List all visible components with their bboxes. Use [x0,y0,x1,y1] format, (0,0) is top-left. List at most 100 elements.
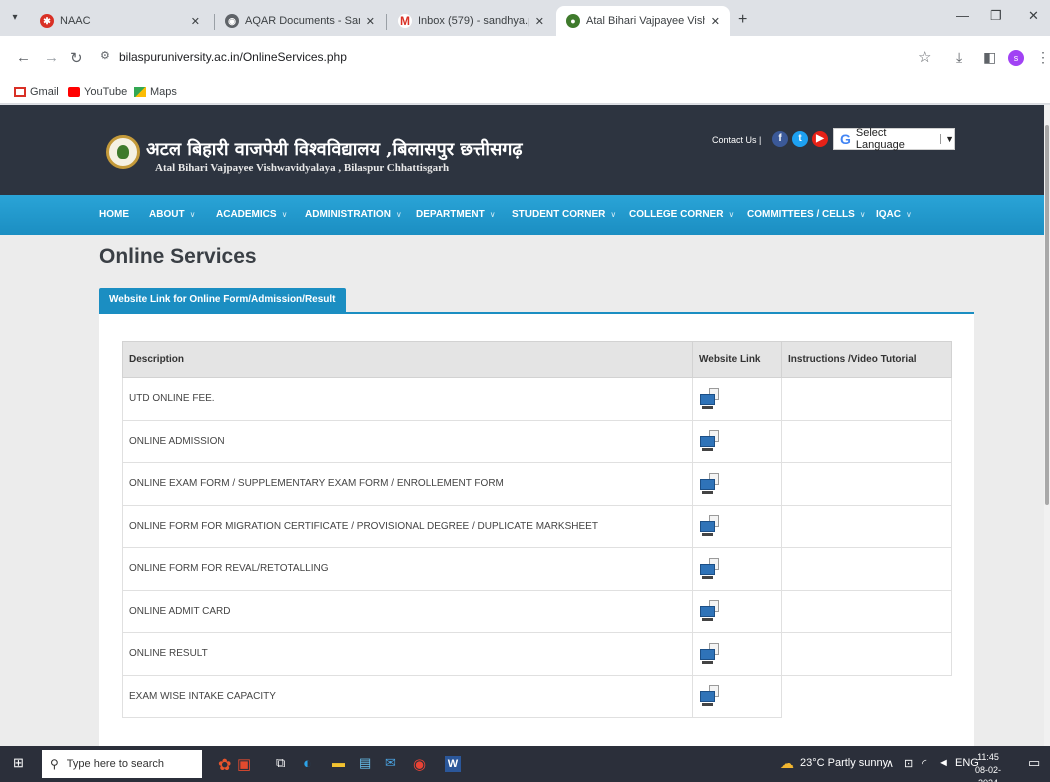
mail-icon[interactable]: ✉ [385,755,396,771]
notifications-icon[interactable]: ▭ [1028,755,1040,771]
chrome-icon[interactable]: ◉ [413,755,426,773]
taskbar-search-box[interactable]: ⚲ Type here to search [42,750,202,778]
bookmark-maps[interactable]: Maps [134,86,177,98]
close-tab-icon[interactable]: ✕ [366,15,375,28]
tab-search-chevron-icon[interactable]: ▾ [6,9,24,27]
tab-gmail-inbox[interactable]: M Inbox (579) - sandhya.patre22( ✕ [388,6,554,36]
nav-committees-cells[interactable]: COMMITTEES / CELLS ∨ [747,209,866,220]
nav-department[interactable]: DEPARTMENT ∨ [416,209,496,220]
tab-title: Inbox (579) - sandhya.patre22( [418,15,529,27]
page-scrollbar[interactable] [1044,105,1050,746]
edge-browser-icon[interactable]: ◐ [303,755,312,772]
scroll-thumb[interactable] [1045,125,1049,505]
table-row: EXAM WISE INTAKE CAPACITY [122,674,952,718]
nav-iqac[interactable]: IQAC ∨ [876,209,912,220]
tab-title: Atal Bihari Vajpayee Vishwavid [586,15,705,27]
close-window-icon[interactable]: ✕ [1028,8,1039,24]
site-header: अटल बिहारी वाजपेयी विश्वविद्यालय ,बिलासप… [0,105,1044,195]
bookmark-star-icon[interactable]: ☆ [918,48,931,66]
gmail-favicon-icon: M [398,14,412,28]
wifi-icon[interactable]: ◜ [922,757,926,770]
google-g-icon: G [840,131,851,147]
computer-link-icon[interactable] [699,430,721,452]
table-row: ONLINE FORM FOR MIGRATION CERTIFICATE / … [122,504,952,548]
search-icon: ⚲ [50,757,59,771]
instructions-cell [781,674,952,718]
computer-link-icon[interactable] [699,557,721,580]
volume-muted-icon[interactable]: ◄ [938,757,949,769]
address-bar[interactable]: ⚙ bilaspuruniversity.ac.in/OnlineService… [92,43,942,71]
contact-us-link[interactable]: Contact Us | [712,135,761,145]
weather-text[interactable]: 23°C Partly sunny [800,757,888,769]
chevron-down-icon: ∨ [728,210,735,219]
instructions-cell [781,632,952,676]
youtube-social-icon[interactable]: ▶ [812,131,828,147]
chevron-down-icon: ∨ [489,210,496,219]
instructions-cell [781,462,952,506]
university-favicon-icon: ● [566,14,580,28]
main-navigation: HOME ABOUT ∨ ACADEMICS ∨ ADMINISTRATION ∨ D… [0,195,1044,235]
gmail-icon [14,87,26,97]
bookmark-youtube[interactable]: YouTube [68,86,127,98]
festival-widget-icon[interactable]: ✿ [218,755,231,775]
nav-administration[interactable]: ADMINISTRATION ∨ [305,209,402,220]
minimize-icon[interactable]: — [956,8,969,23]
tab-atal-bihari-university[interactable]: ● Atal Bihari Vajpayee Vishwavid ✕ [556,6,730,36]
gift-widget-icon[interactable]: ▣ [237,755,251,773]
university-logo[interactable] [106,135,140,169]
chevron-down-icon: ∨ [859,210,866,219]
web-page: अटल बिहारी वाजपेयी विश्वविद्यालय ,बिलासप… [0,105,1044,746]
chevron-down-icon: ∨ [189,210,196,219]
website-link-cell [692,589,782,633]
online-services-table: Description Website Link Instructions /V… [122,341,952,718]
restore-icon[interactable]: ❐ [990,8,1002,24]
forward-arrow-icon[interactable]: → [44,49,59,66]
show-hidden-icons-chevron-icon[interactable]: ∧ [886,757,894,770]
computer-link-icon[interactable] [699,387,721,410]
column-header-instructions: Instructions /Video Tutorial [781,341,952,378]
close-tab-icon[interactable]: ✕ [711,15,720,28]
maps-icon [134,87,146,97]
store-icon[interactable]: ▤ [359,755,371,771]
nav-college-corner[interactable]: COLLEGE CORNER ∨ [629,209,734,220]
service-description: ONLINE EXAM FORM / SUPPLEMENTARY EXAM FO… [122,462,693,506]
reload-icon[interactable]: ↻ [70,49,83,67]
back-arrow-icon[interactable]: ← [16,49,31,66]
column-header-description: Description [122,341,693,378]
computer-link-icon[interactable] [699,685,721,707]
word-icon[interactable]: W [445,756,461,772]
computer-link-icon[interactable] [699,472,721,495]
windows-start-icon[interactable]: ⊞ [13,755,24,771]
tab-aqar-documents[interactable]: ◉ AQAR Documents - Sant Shiron ✕ [215,6,385,36]
system-clock[interactable]: 11:45 08-02-2024 [968,751,1008,782]
nav-student-corner[interactable]: STUDENT CORNER ∨ [512,209,616,220]
tab-naac[interactable]: ✱ NAAC ✕ [30,6,210,36]
nav-home[interactable]: HOME [99,209,129,220]
close-tab-icon[interactable]: ✕ [535,15,544,28]
column-header-website-link: Website Link [692,341,782,378]
weather-icon[interactable]: ☁ [780,755,794,772]
youtube-icon [68,87,80,97]
table-row: ONLINE ADMISSION [122,419,952,463]
side-panel-icon[interactable]: ◧ [983,49,996,66]
site-info-icon[interactable]: ⚙ [100,49,110,62]
download-icon[interactable]: ⤓ [956,49,962,66]
computer-link-icon[interactable] [699,642,721,665]
more-menu-icon[interactable]: ⋮ [1036,49,1050,66]
computer-link-icon[interactable] [699,515,721,537]
twitter-icon[interactable]: t [792,131,808,147]
nav-academics[interactable]: ACADEMICS ∨ [216,209,287,220]
bookmark-gmail[interactable]: Gmail [14,86,59,98]
select-language-dropdown[interactable]: G Select Language ▼ [833,127,955,151]
nav-about[interactable]: ABOUT ∨ [149,209,195,220]
close-tab-icon[interactable]: ✕ [191,15,200,28]
file-explorer-icon[interactable]: ▬ [332,755,345,770]
computer-link-icon[interactable] [699,600,721,622]
browser-toolbar: ← → ↻ ⚙ bilaspuruniversity.ac.in/OnlineS… [0,36,1050,82]
new-tab-plus-icon[interactable]: + [738,11,747,29]
network-icon[interactable]: ⊡ [904,757,913,770]
profile-avatar[interactable]: s [1008,50,1024,66]
tab-online-form-admission-result[interactable]: Website Link for Online Form/Admission/R… [99,288,346,312]
facebook-icon[interactable]: f [772,131,788,147]
task-view-icon[interactable]: ⧉ [276,755,285,771]
